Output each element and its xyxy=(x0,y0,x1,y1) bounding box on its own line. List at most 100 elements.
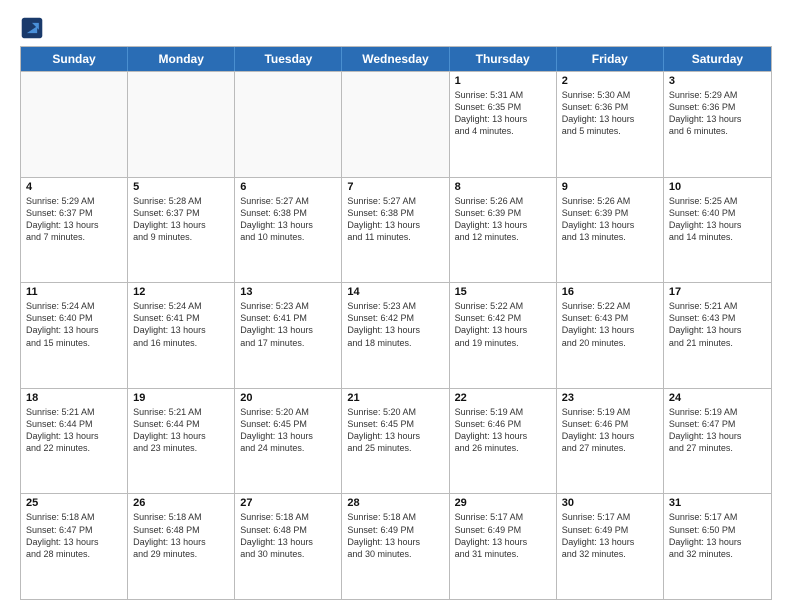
day-number: 31 xyxy=(669,497,766,509)
day-info: Sunrise: 5:22 AM Sunset: 6:43 PM Dayligh… xyxy=(562,300,658,349)
day-info: Sunrise: 5:20 AM Sunset: 6:45 PM Dayligh… xyxy=(347,406,443,455)
day-cell-6: 6Sunrise: 5:27 AM Sunset: 6:38 PM Daylig… xyxy=(235,178,342,283)
day-info: Sunrise: 5:21 AM Sunset: 6:43 PM Dayligh… xyxy=(669,300,766,349)
day-cell-17: 17 Sunrise: 5:21 AM Sunset: 6:43 PM Dayli… xyxy=(664,283,771,388)
day-cell-1: 1Sunrise: 5:31 AM Sunset: 6:35 PM Daylig… xyxy=(450,72,557,177)
calendar: SundayMondayTuesdayWednesdayThursdayFrid… xyxy=(20,46,772,600)
day-number: 5 xyxy=(133,181,229,193)
day-cell-29: 29 Sunrise: 5:17 AM Sunset: 6:49 PM Dayli… xyxy=(450,494,557,599)
day-number: 20 xyxy=(240,392,336,404)
day-cell-16: 16 Sunrise: 5:22 AM Sunset: 6:43 PM Dayli… xyxy=(557,283,664,388)
header-day-thursday: Thursday xyxy=(450,47,557,71)
day-info: Sunrise: 5:17 AM Sunset: 6:50 PM Dayligh… xyxy=(669,511,766,560)
day-cell-11: 11 Sunrise: 5:24 AM Sunset: 6:40 PM Dayli… xyxy=(21,283,128,388)
day-number: 26 xyxy=(133,497,229,509)
day-info: Sunrise: 5:30 AM Sunset: 6:36 PM Dayligh… xyxy=(562,89,658,138)
day-number: 2 xyxy=(562,75,658,87)
day-number: 13 xyxy=(240,286,336,298)
empty-cell xyxy=(21,72,128,177)
day-cell-24: 24 Sunrise: 5:19 AM Sunset: 6:47 PM Dayli… xyxy=(664,389,771,494)
header-day-sunday: Sunday xyxy=(21,47,128,71)
day-info: Sunrise: 5:27 AM Sunset: 6:38 PM Dayligh… xyxy=(240,195,336,244)
day-cell-22: 22 Sunrise: 5:19 AM Sunset: 6:46 PM Dayli… xyxy=(450,389,557,494)
day-cell-2: 2 Sunrise: 5:30 AM Sunset: 6:36 PM Daylig… xyxy=(557,72,664,177)
day-number: 11 xyxy=(26,286,122,298)
day-number: 29 xyxy=(455,497,551,509)
day-number: 15 xyxy=(455,286,551,298)
empty-cell xyxy=(342,72,449,177)
week-row-4: 18 Sunrise: 5:21 AM Sunset: 6:44 PM Dayli… xyxy=(21,388,771,494)
day-number: 14 xyxy=(347,286,443,298)
day-number: 27 xyxy=(240,497,336,509)
day-cell-14: 14 Sunrise: 5:23 AM Sunset: 6:42 PM Dayli… xyxy=(342,283,449,388)
day-info: Sunrise: 5:24 AM Sunset: 6:41 PM Dayligh… xyxy=(133,300,229,349)
day-number: 4 xyxy=(26,181,122,193)
day-number: 12 xyxy=(133,286,229,298)
week-row-3: 11 Sunrise: 5:24 AM Sunset: 6:40 PM Dayli… xyxy=(21,282,771,388)
day-info: Sunrise: 5:26 AM Sunset: 6:39 PM Dayligh… xyxy=(455,195,551,244)
day-info: Sunrise: 5:23 AM Sunset: 6:41 PM Dayligh… xyxy=(240,300,336,349)
day-info: Sunrise: 5:17 AM Sunset: 6:49 PM Dayligh… xyxy=(562,511,658,560)
day-info: Sunrise: 5:21 AM Sunset: 6:44 PM Dayligh… xyxy=(133,406,229,455)
week-row-2: 4Sunrise: 5:29 AM Sunset: 6:37 PM Daylig… xyxy=(21,177,771,283)
header xyxy=(20,16,772,40)
day-number: 28 xyxy=(347,497,443,509)
day-info: Sunrise: 5:22 AM Sunset: 6:42 PM Dayligh… xyxy=(455,300,551,349)
day-number: 22 xyxy=(455,392,551,404)
header-day-saturday: Saturday xyxy=(664,47,771,71)
week-row-1: 1Sunrise: 5:31 AM Sunset: 6:35 PM Daylig… xyxy=(21,71,771,177)
day-info: Sunrise: 5:18 AM Sunset: 6:48 PM Dayligh… xyxy=(133,511,229,560)
empty-cell xyxy=(128,72,235,177)
day-number: 25 xyxy=(26,497,122,509)
week-row-5: 25Sunrise: 5:18 AM Sunset: 6:47 PM Dayli… xyxy=(21,493,771,599)
day-number: 19 xyxy=(133,392,229,404)
day-info: Sunrise: 5:19 AM Sunset: 6:46 PM Dayligh… xyxy=(455,406,551,455)
day-info: Sunrise: 5:28 AM Sunset: 6:37 PM Dayligh… xyxy=(133,195,229,244)
header-day-monday: Monday xyxy=(128,47,235,71)
day-number: 9 xyxy=(562,181,658,193)
day-info: Sunrise: 5:21 AM Sunset: 6:44 PM Dayligh… xyxy=(26,406,122,455)
day-number: 1 xyxy=(455,75,551,87)
day-number: 3 xyxy=(669,75,766,87)
day-number: 7 xyxy=(347,181,443,193)
day-info: Sunrise: 5:24 AM Sunset: 6:40 PM Dayligh… xyxy=(26,300,122,349)
day-cell-8: 8 Sunrise: 5:26 AM Sunset: 6:39 PM Daylig… xyxy=(450,178,557,283)
day-info: Sunrise: 5:18 AM Sunset: 6:49 PM Dayligh… xyxy=(347,511,443,560)
day-info: Sunrise: 5:26 AM Sunset: 6:39 PM Dayligh… xyxy=(562,195,658,244)
header-day-tuesday: Tuesday xyxy=(235,47,342,71)
day-info: Sunrise: 5:20 AM Sunset: 6:45 PM Dayligh… xyxy=(240,406,336,455)
day-cell-9: 9 Sunrise: 5:26 AM Sunset: 6:39 PM Daylig… xyxy=(557,178,664,283)
day-info: Sunrise: 5:19 AM Sunset: 6:47 PM Dayligh… xyxy=(669,406,766,455)
day-info: Sunrise: 5:17 AM Sunset: 6:49 PM Dayligh… xyxy=(455,511,551,560)
logo-icon xyxy=(20,16,44,40)
day-cell-15: 15 Sunrise: 5:22 AM Sunset: 6:42 PM Dayli… xyxy=(450,283,557,388)
day-number: 16 xyxy=(562,286,658,298)
day-cell-12: 12 Sunrise: 5:24 AM Sunset: 6:41 PM Dayli… xyxy=(128,283,235,388)
day-info: Sunrise: 5:25 AM Sunset: 6:40 PM Dayligh… xyxy=(669,195,766,244)
day-cell-21: 21 Sunrise: 5:20 AM Sunset: 6:45 PM Dayli… xyxy=(342,389,449,494)
day-info: Sunrise: 5:18 AM Sunset: 6:48 PM Dayligh… xyxy=(240,511,336,560)
day-cell-23: 23 Sunrise: 5:19 AM Sunset: 6:46 PM Dayli… xyxy=(557,389,664,494)
day-number: 17 xyxy=(669,286,766,298)
day-number: 30 xyxy=(562,497,658,509)
day-info: Sunrise: 5:19 AM Sunset: 6:46 PM Dayligh… xyxy=(562,406,658,455)
calendar-body: 1Sunrise: 5:31 AM Sunset: 6:35 PM Daylig… xyxy=(21,71,771,599)
day-cell-10: 10Sunrise: 5:25 AM Sunset: 6:40 PM Dayli… xyxy=(664,178,771,283)
day-number: 24 xyxy=(669,392,766,404)
day-info: Sunrise: 5:23 AM Sunset: 6:42 PM Dayligh… xyxy=(347,300,443,349)
day-cell-25: 25Sunrise: 5:18 AM Sunset: 6:47 PM Dayli… xyxy=(21,494,128,599)
day-number: 23 xyxy=(562,392,658,404)
calendar-header: SundayMondayTuesdayWednesdayThursdayFrid… xyxy=(21,47,771,71)
day-info: Sunrise: 5:29 AM Sunset: 6:36 PM Dayligh… xyxy=(669,89,766,138)
day-cell-7: 7Sunrise: 5:27 AM Sunset: 6:38 PM Daylig… xyxy=(342,178,449,283)
page: SundayMondayTuesdayWednesdayThursdayFrid… xyxy=(0,0,792,612)
header-day-wednesday: Wednesday xyxy=(342,47,449,71)
day-number: 18 xyxy=(26,392,122,404)
header-day-friday: Friday xyxy=(557,47,664,71)
day-cell-31: 31 Sunrise: 5:17 AM Sunset: 6:50 PM Dayli… xyxy=(664,494,771,599)
day-cell-4: 4Sunrise: 5:29 AM Sunset: 6:37 PM Daylig… xyxy=(21,178,128,283)
day-number: 8 xyxy=(455,181,551,193)
day-cell-3: 3 Sunrise: 5:29 AM Sunset: 6:36 PM Daylig… xyxy=(664,72,771,177)
logo xyxy=(20,16,48,40)
day-number: 21 xyxy=(347,392,443,404)
